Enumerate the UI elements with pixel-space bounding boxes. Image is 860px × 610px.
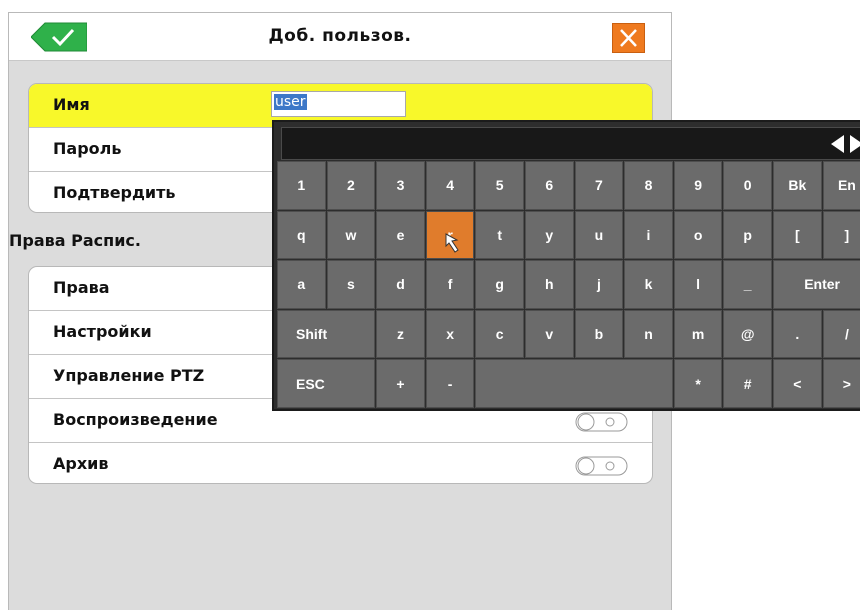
key-7[interactable]: 7 bbox=[574, 161, 624, 210]
key-f[interactable]: f bbox=[425, 260, 475, 309]
key-c45[interactable]: - bbox=[425, 359, 475, 408]
key-1[interactable]: 1 bbox=[277, 161, 326, 210]
key-8[interactable]: 8 bbox=[624, 161, 673, 210]
key-c35[interactable]: # bbox=[723, 359, 772, 408]
key-c46[interactable]: . bbox=[773, 309, 822, 359]
key-Shift[interactable]: Shift bbox=[277, 309, 376, 359]
permission-label: Воспроизведение bbox=[53, 410, 218, 429]
title-bar: Доб. пользов. bbox=[9, 13, 671, 61]
key-c42[interactable]: * bbox=[673, 359, 723, 408]
key-c60[interactable]: < bbox=[773, 359, 822, 408]
key-3[interactable]: 3 bbox=[376, 161, 425, 210]
toggle-switch[interactable] bbox=[575, 412, 628, 432]
key-b[interactable]: b bbox=[574, 309, 624, 359]
permission-row[interactable]: Архив bbox=[29, 443, 652, 483]
key-m[interactable]: m bbox=[673, 309, 723, 359]
key-k[interactable]: k bbox=[624, 260, 673, 309]
key-4[interactable]: 4 bbox=[425, 161, 475, 210]
key-c64[interactable]: @ bbox=[723, 309, 772, 359]
key-c95[interactable]: _ bbox=[723, 260, 772, 309]
name-label: Имя bbox=[53, 95, 90, 114]
key-c43[interactable]: + bbox=[376, 359, 425, 408]
key-Enter[interactable]: Enter bbox=[773, 260, 860, 309]
permission-label: Управление PTZ bbox=[53, 366, 205, 385]
key-t[interactable]: t bbox=[475, 210, 524, 260]
arrows-left-right-icon[interactable] bbox=[830, 134, 860, 154]
keyboard-input-bar bbox=[281, 127, 860, 160]
key-l[interactable]: l bbox=[673, 260, 723, 309]
permission-label: Настройки bbox=[53, 322, 152, 341]
key-j[interactable]: j bbox=[574, 260, 624, 309]
dialog-title: Доб. пользов. bbox=[268, 26, 412, 46]
key-n[interactable]: n bbox=[624, 309, 673, 359]
on-screen-keyboard: 1 2 3 4 5 6 7 8 9 0 Bk En q w e r t y u i o p[] a s d f g h j k l _ Ente… bbox=[272, 120, 860, 411]
key-c62[interactable]: > bbox=[822, 359, 860, 408]
permission-label: Архив bbox=[53, 454, 109, 473]
key-c[interactable]: c bbox=[475, 309, 524, 359]
key-o[interactable]: o bbox=[673, 210, 723, 260]
key-p[interactable]: p bbox=[723, 210, 772, 260]
key-v[interactable]: v bbox=[525, 309, 574, 359]
key-e[interactable]: e bbox=[376, 210, 425, 260]
key-d[interactable]: d bbox=[376, 260, 425, 309]
permission-label: Права bbox=[53, 278, 110, 297]
confirm-password-label: Подтвердить bbox=[53, 183, 176, 202]
key-g[interactable]: g bbox=[475, 260, 524, 309]
key-0[interactable]: 0 bbox=[723, 161, 772, 210]
key-q[interactable]: q bbox=[277, 210, 326, 260]
toggle-switch[interactable] bbox=[575, 456, 628, 476]
key-6[interactable]: 6 bbox=[525, 161, 574, 210]
key-s[interactable]: s bbox=[326, 260, 376, 309]
key-z[interactable]: z bbox=[376, 309, 425, 359]
key-i[interactable]: i bbox=[624, 210, 673, 260]
key-Bk[interactable]: Bk bbox=[773, 161, 822, 210]
key-2[interactable]: 2 bbox=[326, 161, 376, 210]
key-En[interactable]: En bbox=[822, 161, 860, 210]
key-9[interactable]: 9 bbox=[673, 161, 723, 210]
key-y[interactable]: y bbox=[525, 210, 574, 260]
name-input[interactable]: user bbox=[271, 91, 406, 117]
name-input-value: user bbox=[274, 94, 307, 110]
key-w[interactable]: w bbox=[326, 210, 376, 260]
password-label: Пароль bbox=[53, 139, 122, 158]
section-title: Права Распис. bbox=[9, 231, 141, 250]
key-x[interactable]: x bbox=[425, 309, 475, 359]
key-5[interactable]: 5 bbox=[475, 161, 524, 210]
key-c47[interactable]: / bbox=[822, 309, 860, 359]
close-icon bbox=[620, 29, 637, 47]
cursor-arrow-icon bbox=[445, 233, 459, 253]
key-c93[interactable]: ] bbox=[822, 210, 860, 260]
key-ESC[interactable]: ESC bbox=[277, 359, 376, 408]
close-button[interactable] bbox=[612, 23, 645, 53]
key-space[interactable] bbox=[475, 359, 673, 408]
key-a[interactable]: a bbox=[277, 260, 326, 309]
key-u[interactable]: u bbox=[574, 210, 624, 260]
key-c91[interactable]: [ bbox=[773, 210, 822, 260]
key-h[interactable]: h bbox=[525, 260, 574, 309]
